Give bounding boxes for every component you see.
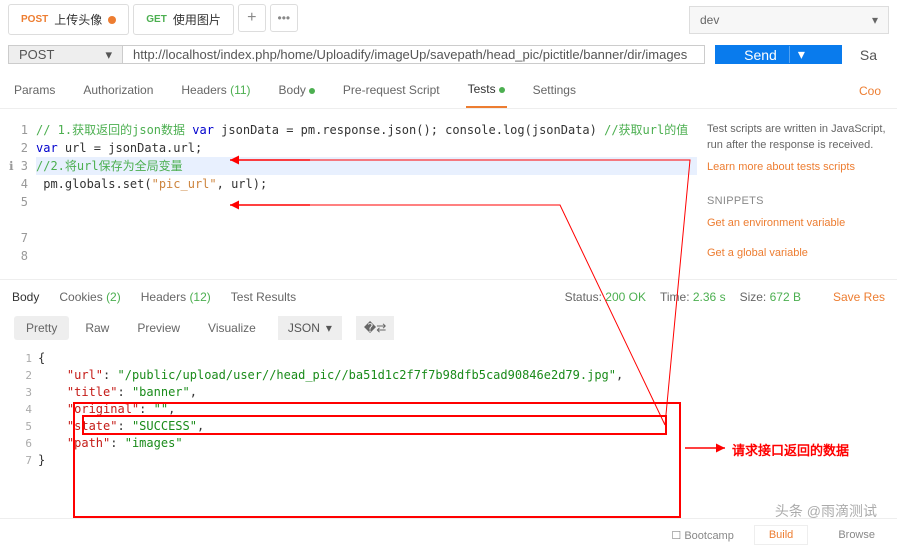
tab-authorization[interactable]: Authorization [81, 75, 155, 107]
chevron-down-icon: ▾ [105, 47, 112, 63]
method-badge: POST [21, 14, 48, 25]
line-gutter: 12ℹ 345 78 [0, 117, 36, 269]
add-tab-button[interactable]: + [238, 4, 266, 32]
resp-tab-body[interactable]: Body [12, 290, 39, 304]
format-select[interactable]: JSON▾ [278, 316, 342, 340]
url-value: http://localhost/index.php/home/Uploadif… [133, 47, 687, 62]
browse-button[interactable]: Browse [828, 526, 885, 544]
tab-body[interactable]: Body [277, 75, 317, 107]
method-value: POST [19, 47, 54, 62]
resp-tab-test-results[interactable]: Test Results [231, 290, 296, 304]
snippet-get-global[interactable]: Get a global variable [707, 245, 887, 261]
status-area: Status: 200 OK Time: 2.36 s Size: 672 B [565, 290, 801, 304]
status-code: 200 OK [605, 290, 646, 304]
snippet-get-env[interactable]: Get an environment variable [707, 215, 887, 231]
annotation-label: 请求接口返回的数据 [732, 440, 849, 459]
response-json: { "url": "/public/upload/user//head_pic/… [38, 350, 623, 469]
method-badge: GET [146, 14, 167, 25]
environment-select[interactable]: dev ▾ [689, 6, 889, 34]
code-content[interactable]: // 1.获取返回的json数据 var jsonData = pm.respo… [36, 117, 697, 269]
resp-headers-count: (12) [189, 290, 210, 304]
tests-indicator-icon [499, 87, 505, 93]
save-button[interactable]: Sa [848, 45, 889, 64]
tab-params[interactable]: Params [12, 75, 57, 107]
tests-code-editor[interactable]: 12ℹ 345 78 // 1.获取返回的json数据 var jsonData… [0, 117, 697, 269]
chevron-down-icon: ▾ [872, 13, 878, 27]
tab-prerequest[interactable]: Pre-request Script [341, 75, 442, 107]
status-size: 672 B [770, 290, 801, 304]
send-caret-icon[interactable]: ▾ [789, 46, 813, 63]
tab-headers[interactable]: Headers (11) [179, 75, 252, 107]
footer-bar: ☐ Bootcamp Build Browse [0, 518, 897, 551]
tab-settings[interactable]: Settings [531, 75, 578, 107]
wrap-lines-button[interactable]: �⇄ [356, 316, 394, 340]
cookies-link[interactable]: Coo [855, 76, 885, 106]
tab-label: 上传头像 [54, 11, 102, 28]
tab-label: 使用图片 [173, 11, 221, 28]
resp-line-gutter: 1234567 [14, 350, 38, 469]
sidebar-intro: Test scripts are written in JavaScript, … [707, 121, 887, 153]
send-label: Send [744, 47, 777, 63]
body-indicator-icon [309, 88, 315, 94]
cookies-count: (2) [106, 290, 121, 304]
tab-tests[interactable]: Tests [466, 74, 507, 108]
tab-overflow-button[interactable]: ••• [270, 4, 298, 32]
save-response-button[interactable]: Save Res [833, 290, 885, 304]
chevron-down-icon: ▾ [326, 321, 332, 335]
learn-more-link[interactable]: Learn more about tests scripts [707, 159, 887, 175]
method-select[interactable]: POST ▾ [8, 45, 123, 64]
status-time: 2.36 s [693, 290, 726, 304]
resp-tab-headers[interactable]: Headers (12) [141, 290, 211, 304]
send-button[interactable]: Send ▾ [715, 45, 842, 64]
tab-upload-avatar[interactable]: POST 上传头像 [8, 4, 129, 35]
url-input[interactable]: http://localhost/index.php/home/Uploadif… [123, 45, 705, 64]
snippets-sidebar: Test scripts are written in JavaScript, … [697, 117, 897, 269]
view-visualize[interactable]: Visualize [196, 316, 268, 340]
resp-tab-cookies[interactable]: Cookies (2) [59, 290, 120, 304]
view-preview[interactable]: Preview [125, 316, 192, 340]
unsaved-dot-icon [108, 16, 116, 24]
bootcamp-link[interactable]: ☐ Bootcamp [671, 529, 733, 542]
env-value: dev [700, 13, 719, 27]
tab-use-image[interactable]: GET 使用图片 [133, 4, 234, 35]
snippets-title: SNIPPETS [707, 193, 887, 209]
headers-count: (11) [230, 83, 250, 97]
view-pretty[interactable]: Pretty [14, 316, 69, 340]
build-button[interactable]: Build [754, 525, 808, 545]
view-raw[interactable]: Raw [73, 316, 121, 340]
